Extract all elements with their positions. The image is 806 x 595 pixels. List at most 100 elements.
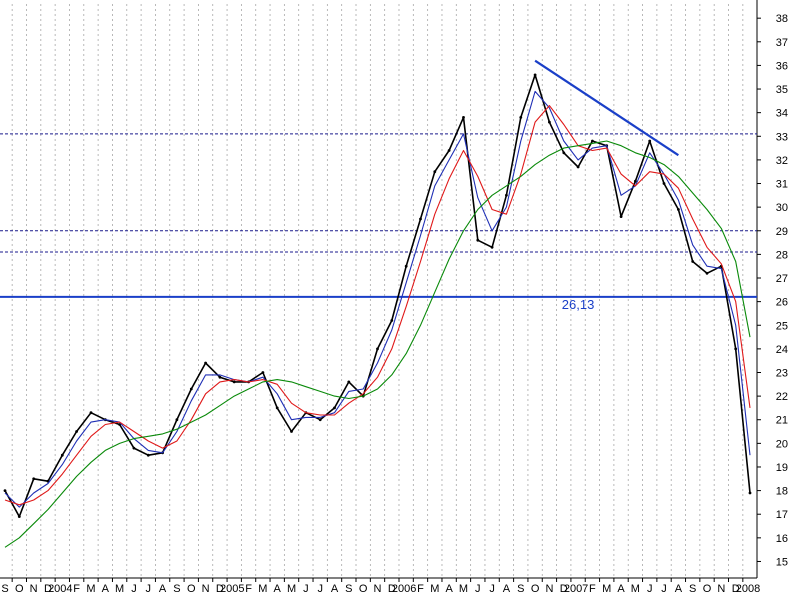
price-point [490, 245, 494, 249]
x-tick-label: S [345, 583, 352, 595]
price-point [146, 453, 150, 457]
price-point [32, 477, 36, 481]
x-tick-label: M [86, 583, 95, 595]
price-point [748, 491, 752, 495]
price-point [261, 371, 265, 374]
price-point [75, 430, 78, 433]
price-point [175, 418, 179, 422]
x-tick-label: A [331, 583, 339, 595]
price-point [462, 116, 465, 119]
x-tick-label: N [30, 583, 38, 595]
y-tick-label: 19 [776, 462, 788, 474]
price-point [505, 193, 508, 197]
x-tick-label: 2006 [392, 583, 416, 595]
y-tick-label: 22 [776, 391, 788, 403]
price-point [677, 208, 680, 211]
y-tick-label: 21 [776, 415, 788, 427]
x-tick-label: O [15, 583, 24, 595]
price-point [290, 430, 293, 433]
price-point [591, 139, 594, 143]
price-point [734, 347, 738, 351]
x-tick-label: S [173, 583, 180, 595]
price-point [519, 116, 523, 119]
x-tick-label: A [274, 583, 282, 595]
price-point [17, 515, 21, 518]
price-point [333, 406, 336, 410]
x-tick-label: M [115, 583, 124, 595]
x-tick-label: J [131, 583, 137, 595]
y-tick-label: 26 [776, 297, 788, 309]
y-tick-label: 17 [776, 509, 788, 521]
x-tick-label: M [459, 583, 468, 595]
x-tick-label: S [517, 583, 524, 595]
x-tick-label: F [245, 583, 252, 595]
x-tick-label: N [374, 583, 382, 595]
level-annotation: 26,13 [562, 297, 595, 312]
price-point [404, 264, 408, 268]
x-tick-label: M [602, 583, 611, 595]
x-tick-label: A [675, 583, 683, 595]
y-tick-label: 24 [776, 344, 788, 356]
y-tick-label: 18 [776, 486, 788, 498]
x-tick-label: N [717, 583, 725, 595]
price-point [376, 347, 379, 351]
x-tick-label: 2005 [220, 583, 244, 595]
x-tick-label: A [159, 583, 167, 595]
price-point [3, 489, 7, 492]
price-point [60, 453, 64, 457]
x-tick-label: J [303, 583, 309, 595]
x-tick-label: J [661, 583, 667, 595]
x-tick-label: O [703, 583, 712, 595]
y-tick-label: 23 [776, 367, 788, 379]
x-tick-label: M [631, 583, 640, 595]
price-point [318, 418, 322, 422]
y-tick-label: 32 [776, 155, 788, 167]
x-tick-label: O [531, 583, 540, 595]
y-tick-label: 30 [776, 202, 788, 214]
y-tick-label: 25 [776, 320, 788, 332]
x-tick-label: J [317, 583, 323, 595]
y-tick-label: 28 [776, 249, 788, 261]
price-point [662, 182, 666, 185]
price-point [433, 170, 437, 174]
y-tick-label: 29 [776, 226, 788, 238]
price-point [189, 387, 193, 391]
price-point [691, 260, 695, 263]
x-tick-label: N [545, 583, 553, 595]
x-tick-label: O [187, 583, 196, 595]
x-tick-label: 2008 [736, 583, 760, 595]
x-tick-label: A [445, 583, 453, 595]
price-point [619, 215, 623, 219]
price-point [347, 380, 351, 384]
x-tick-label: M [430, 583, 439, 595]
price-point [533, 73, 537, 77]
price-point [132, 446, 136, 450]
price-point [218, 375, 222, 379]
y-tick-label: 38 [776, 13, 788, 25]
price-point [648, 139, 652, 143]
x-tick-label: F [589, 583, 596, 595]
x-tick-label: M [258, 583, 267, 595]
y-tick-label: 16 [776, 533, 788, 545]
y-tick-label: 35 [776, 84, 788, 96]
price-point [89, 411, 93, 415]
y-tick-label: 20 [776, 438, 788, 450]
x-tick-label: 2004 [48, 583, 72, 595]
price-point [576, 165, 580, 169]
price-point [705, 271, 709, 275]
x-tick-label: S [689, 583, 696, 595]
price-point [548, 120, 551, 124]
price-point [232, 380, 236, 384]
x-tick-label: N [202, 583, 210, 595]
price-point [275, 406, 279, 410]
x-tick-label: J [475, 583, 481, 595]
chart-svg: 15 16 17 18 19 20 21 22 23 24 25 26 27 28 29 30 31 32 33 34… [0, 0, 806, 595]
x-tick-label: A [102, 583, 110, 595]
y-tick-label: 33 [776, 131, 788, 143]
x-tick-label: J [647, 583, 653, 595]
x-tick-label: S [1, 583, 8, 595]
y-tick-label: 27 [776, 273, 788, 285]
x-tick-label: F [73, 583, 80, 595]
price-point [562, 151, 566, 155]
price-point [419, 217, 422, 221]
